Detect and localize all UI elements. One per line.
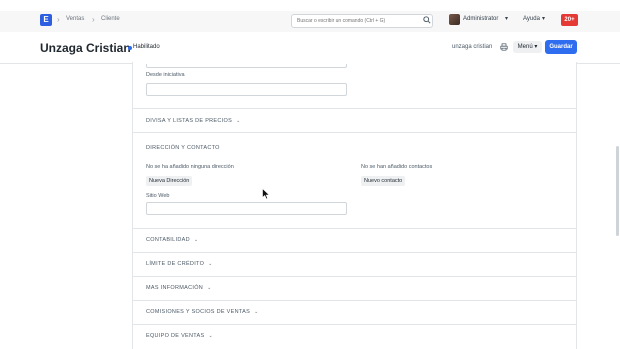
partial-input-field[interactable] — [146, 64, 347, 68]
no-address-text: No se ha añadido ninguna dirección — [146, 164, 234, 170]
search-input[interactable] — [291, 14, 433, 28]
section-address-contact[interactable]: DIRECCIÓN Y CONTACTO — [146, 145, 220, 151]
section-divider — [133, 228, 576, 229]
section-label: EQUIPO DE VENTAS — [146, 333, 205, 339]
section-accounting[interactable]: CONTABILIDAD ⌄ — [146, 237, 198, 243]
chevron-down-icon: ⌄ — [208, 333, 213, 339]
new-address-button[interactable]: Nueva Dirección — [146, 176, 193, 186]
record-name: unzaga cristian — [452, 44, 493, 50]
section-label: LÍMITE DE CRÉDITO — [146, 261, 205, 267]
desde-iniciativa-label: Desde iniciativa — [146, 72, 185, 78]
page-title: Unzaga Cristian — [40, 41, 131, 55]
section-label: CONTABILIDAD — [146, 237, 190, 243]
chevron-down-icon: ⌄ — [193, 237, 199, 243]
section-label: MAS INFORMACIÓN — [146, 285, 204, 291]
chevron-down-icon: ⌄ — [207, 285, 212, 291]
chevron-down-icon: ⌄ — [208, 261, 213, 267]
section-more-info[interactable]: MAS INFORMACIÓN ⌄ — [146, 285, 212, 291]
new-contact-button[interactable]: Nuevo contacto — [361, 176, 406, 186]
status-badge: Habilitado — [133, 44, 160, 50]
avatar[interactable] — [449, 14, 460, 25]
section-divider — [133, 252, 576, 253]
user-menu-label[interactable]: Administrator — [463, 16, 498, 22]
chevron-down-icon: ⌄ — [236, 118, 241, 124]
scrollbar[interactable] — [616, 146, 619, 236]
section-divider — [133, 324, 576, 325]
no-contact-text: No se han añadido contactos — [361, 164, 433, 170]
desde-iniciativa-field[interactable] — [146, 83, 347, 96]
section-divider — [133, 108, 576, 109]
search-icon[interactable] — [423, 16, 431, 24]
chevron-right-icon: › — [92, 15, 95, 24]
chevron-down-icon: ▾ — [542, 16, 546, 22]
chevron-right-icon: › — [57, 15, 60, 24]
breadcrumb-cliente[interactable]: Cliente — [101, 16, 120, 22]
print-icon[interactable] — [500, 43, 508, 51]
menu-button-label: Menú — [517, 44, 533, 50]
website-label: Sitio Web — [146, 193, 170, 199]
chevron-down-icon: ⌄ — [254, 309, 259, 315]
status-dot — [128, 46, 132, 50]
menu-button[interactable]: Menú ▾ — [513, 41, 542, 53]
section-currency-prices[interactable]: DIVISA Y LISTAS DE PRECIOS ⌄ — [146, 118, 241, 124]
section-sales-team[interactable]: EQUIPO DE VENTAS ⌄ — [146, 333, 213, 339]
mouse-cursor-icon — [262, 188, 270, 200]
section-commissions[interactable]: COMISIONES Y SOCIOS DE VENTAS ⌄ — [146, 309, 259, 315]
section-divider — [133, 300, 576, 301]
chevron-down-icon: ▾ — [505, 16, 509, 22]
section-divider — [133, 276, 576, 277]
section-label: COMISIONES Y SOCIOS DE VENTAS — [146, 309, 251, 315]
save-button[interactable]: Guardar — [545, 40, 577, 54]
section-divider — [133, 132, 576, 133]
notification-badge[interactable]: 20+ — [561, 14, 578, 26]
top-navbar: E › Ventas › Cliente Administrator ▾ Ayu… — [0, 11, 620, 32]
breadcrumb-ventas[interactable]: Ventas — [66, 16, 84, 22]
section-credit-limit[interactable]: LÍMITE DE CRÉDITO ⌄ — [146, 261, 213, 267]
website-field[interactable] — [146, 202, 347, 215]
help-menu-label[interactable]: Ayuda — [523, 16, 540, 22]
section-label: DIVISA Y LISTAS DE PRECIOS — [146, 118, 233, 124]
app-logo[interactable]: E — [40, 14, 52, 26]
